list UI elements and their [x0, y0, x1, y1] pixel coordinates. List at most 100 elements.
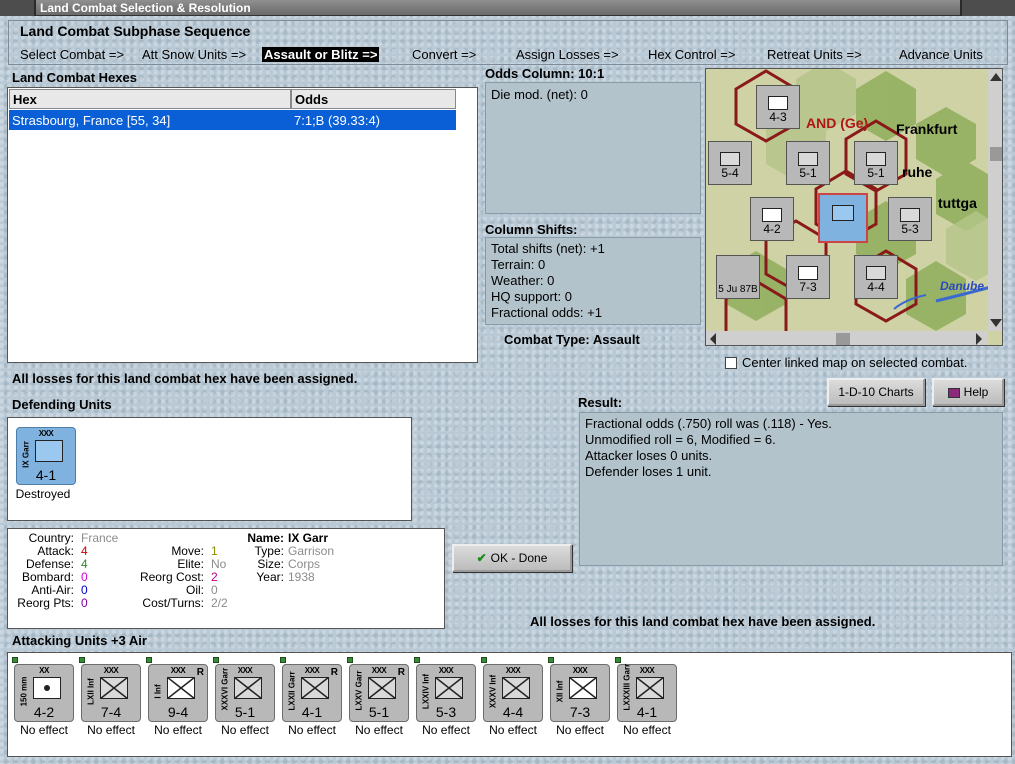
- attack-label: Attack:: [37, 544, 74, 558]
- attacking-unit-status: No effect: [556, 723, 604, 737]
- die-mod: Die mod. (net): 0: [491, 87, 588, 102]
- defending-title: Defending Units: [12, 397, 112, 412]
- help-button[interactable]: Help: [932, 378, 1004, 406]
- garrison-icon: [301, 677, 329, 699]
- garrison-icon: [234, 677, 262, 699]
- status-pip: [280, 657, 286, 663]
- attacking-unit[interactable]: XX 150 mm 4-2: [12, 657, 74, 722]
- attacking-unit-status: No effect: [355, 723, 403, 737]
- unit-strength: 4-1: [636, 704, 658, 720]
- step-att-snow-units[interactable]: Att Snow Units =>: [142, 47, 246, 62]
- bombard-value: 0: [81, 570, 88, 584]
- map-selected-hex-counter[interactable]: [818, 193, 868, 243]
- reserve-flag: R: [397, 667, 405, 678]
- unit-strength: 7-4: [100, 704, 122, 720]
- shift-fractional-odds: Fractional odds: +1: [491, 305, 602, 320]
- map-counter[interactable]: 4-4: [854, 255, 898, 299]
- step-assault-or-blitz[interactable]: Assault or Blitz =>: [262, 47, 380, 62]
- reserve-flag: R: [196, 667, 204, 678]
- map-counter[interactable]: 4-3: [756, 85, 800, 129]
- result-line: Attacker loses 0 units.: [585, 448, 713, 463]
- map-counter[interactable]: 5 Ju 87B: [716, 255, 760, 299]
- unit-strength: 9-4: [167, 704, 189, 720]
- unit-strength: 5-1: [368, 704, 390, 720]
- cost-turns-label: Cost/Turns:: [142, 596, 204, 610]
- size-value: Corps: [288, 557, 321, 571]
- reorg-pts-value: 0: [81, 596, 88, 610]
- attacking-unit[interactable]: XXX I Inf R 9-4: [146, 657, 208, 722]
- infantry-icon: [502, 677, 530, 699]
- infantry-icon: [435, 677, 463, 699]
- step-retreat-units[interactable]: Retreat Units =>: [767, 47, 862, 62]
- combat-type: Combat Type: Assault: [504, 332, 640, 347]
- attacking-unit-status: No effect: [489, 723, 537, 737]
- attacking-unit-status: No effect: [422, 723, 470, 737]
- column-header-odds[interactable]: Odds: [291, 89, 456, 109]
- defending-unit[interactable]: XXX IX Garr 4-1: [16, 427, 76, 485]
- map-counter[interactable]: 5-1: [854, 141, 898, 185]
- reserve-flag: R: [330, 667, 338, 678]
- map-counter[interactable]: 4-2: [750, 197, 794, 241]
- attacking-unit[interactable]: XXX LXXIV Inf 5-3: [414, 657, 476, 722]
- shifts-panel: Total shifts (net): +1 Terrain: 0 Weathe…: [485, 237, 701, 325]
- defending-unit-status: Destroyed: [15, 487, 71, 501]
- step-assign-losses[interactable]: Assign Losses =>: [516, 47, 619, 62]
- ok-done-button[interactable]: ✔ OK - Done: [452, 544, 572, 572]
- size-label: Size:: [257, 557, 284, 571]
- name-value: IX Garr: [288, 531, 329, 545]
- map-label-region: AND (Ge): [806, 115, 869, 131]
- infantry-icon: [569, 677, 597, 699]
- attacking-unit[interactable]: XXX LXXV Garr R 5-1: [347, 657, 409, 722]
- attacking-unit[interactable]: XXX LXXXIII Garr 4-1: [615, 657, 677, 722]
- shift-hq-support: HQ support: 0: [491, 289, 572, 304]
- center-linked-label: Center linked map on selected combat.: [742, 355, 968, 370]
- map-counter[interactable]: 5-1: [786, 141, 830, 185]
- country-label: Country:: [28, 531, 74, 545]
- status-pip: [12, 657, 18, 663]
- step-advance-units[interactable]: Advance Units: [899, 47, 983, 62]
- antiair-value: 0: [81, 583, 88, 597]
- window-titlebar: Land Combat Selection & Resolution: [0, 0, 1015, 16]
- minimap[interactable]: Frankfurt AND (Ge) ruhe tuttga Danube 4-…: [705, 68, 1003, 346]
- attacking-unit[interactable]: XXX XII Inf 7-3: [548, 657, 610, 722]
- charts-button[interactable]: 1-D-10 Charts: [827, 378, 925, 406]
- garrison-icon: [368, 677, 396, 699]
- year-label: Year:: [256, 570, 284, 584]
- elite-label: Elite:: [177, 557, 204, 571]
- attacking-unit[interactable]: XXX XXXVI Garr 5-1: [213, 657, 275, 722]
- map-counter[interactable]: 7-3: [786, 255, 830, 299]
- map-counter[interactable]: 5-3: [888, 197, 932, 241]
- attacking-unit-status: No effect: [288, 723, 336, 737]
- move-value: 1: [211, 544, 218, 558]
- unit-strength: 5-3: [435, 704, 457, 720]
- titlebar-right-cap: [960, 0, 1015, 16]
- step-convert[interactable]: Convert =>: [412, 47, 476, 62]
- center-linked-checkbox[interactable]: [725, 357, 737, 369]
- infantry-icon: [100, 677, 128, 699]
- hexes-list[interactable]: Hex Odds Strasbourg, France [55, 34] 7:1…: [7, 87, 478, 363]
- attacking-unit[interactable]: XXX XXXV Inf 4-4: [481, 657, 543, 722]
- defending-panel: XXX IX Garr 4-1 Destroyed: [7, 417, 412, 521]
- cost-turns-value: 2/2: [211, 596, 228, 610]
- status-pip: [213, 657, 219, 663]
- losses-message: All losses for this land combat hex have…: [12, 371, 358, 386]
- unit-strength: 4-1: [301, 704, 323, 720]
- map-label-frankfurt: Frankfurt: [896, 121, 958, 137]
- shift-total: Total shifts (net): +1: [491, 241, 605, 256]
- type-value: Garrison: [288, 544, 335, 558]
- map-counter[interactable]: 5-4: [708, 141, 752, 185]
- step-hex-control[interactable]: Hex Control =>: [648, 47, 735, 62]
- book-icon: [947, 387, 960, 398]
- step-select-combat[interactable]: Select Combat =>: [20, 47, 124, 62]
- attacking-unit[interactable]: XXX LXXII Garr R 4-1: [280, 657, 342, 722]
- table-row[interactable]: Strasbourg, France [55, 34] 7:1;B (39.33…: [9, 110, 456, 130]
- unit-strength: 7-3: [569, 704, 591, 720]
- shifts-title: Column Shifts:: [485, 222, 578, 237]
- column-header-hex[interactable]: Hex: [9, 89, 291, 109]
- attacking-panel: XX 150 mm 4-2 No effect XXX LXII Inf 7-4 No eff…: [7, 652, 1012, 757]
- status-pip: [146, 657, 152, 663]
- result-line: Unmodified roll = 6, Modified = 6.: [585, 432, 776, 447]
- country-value: France: [81, 531, 119, 545]
- shift-weather: Weather: 0: [491, 273, 555, 288]
- attacking-unit[interactable]: XXX LXII Inf 7-4: [79, 657, 141, 722]
